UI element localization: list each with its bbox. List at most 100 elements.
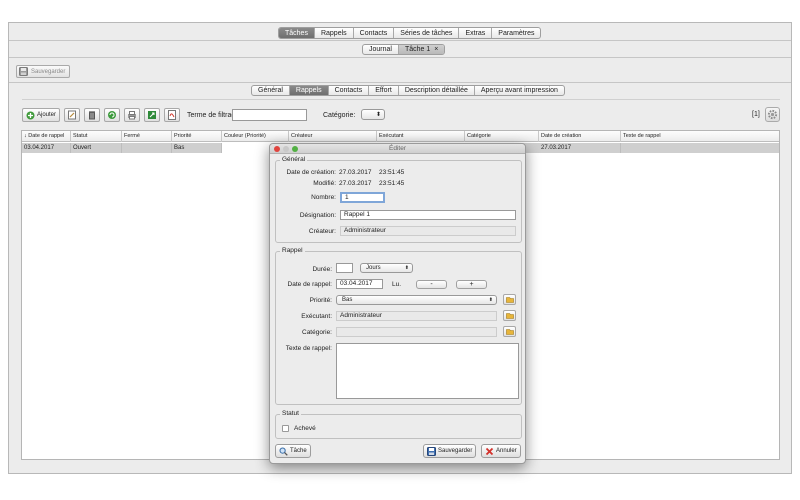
trash-icon bbox=[87, 110, 97, 120]
tab-taches[interactable]: Tâches bbox=[279, 28, 315, 38]
dialog-save-button[interactable]: Sauvegarder bbox=[423, 444, 477, 458]
created-label: Date de création: bbox=[286, 169, 336, 176]
edit-document-icon bbox=[67, 110, 77, 120]
subtab-apercu-avant-impression[interactable]: Aperçu avant impression bbox=[475, 86, 564, 95]
done-label: Achevé bbox=[294, 425, 316, 432]
column-header[interactable]: Couleur (Priorité) bbox=[222, 131, 289, 142]
created-date: 27.03.2017 bbox=[339, 169, 372, 176]
row-count: [1] bbox=[752, 111, 760, 118]
refresh-button[interactable] bbox=[104, 108, 121, 122]
tab-parametres[interactable]: Paramètres bbox=[492, 28, 540, 38]
reminder-group: Rappel Durée: Jours ⬍ Date de rappel: 03… bbox=[275, 247, 522, 405]
date-plus-button[interactable]: + bbox=[456, 280, 487, 289]
print-button[interactable] bbox=[124, 108, 141, 122]
column-header[interactable]: Priorité bbox=[172, 131, 222, 142]
duration-label: Durée: bbox=[312, 266, 332, 273]
folder-icon bbox=[505, 296, 514, 303]
cancel-button[interactable]: Annuler bbox=[481, 444, 521, 458]
reminder-date-input[interactable]: 03.04.2017 bbox=[336, 279, 383, 289]
main-tab-bar: Tâches Rappels Contacts Séries de tâches… bbox=[278, 27, 542, 39]
category-field bbox=[336, 327, 497, 337]
task-sub-tab-bar: Général Rappels Contacts Effort Descript… bbox=[251, 85, 565, 96]
task-button[interactable]: Tâche bbox=[275, 444, 311, 458]
creator-label: Créateur: bbox=[308, 228, 336, 235]
table-cell: Bas bbox=[172, 143, 222, 153]
category-filter-select[interactable]: ⬍ bbox=[361, 109, 385, 120]
modified-label: Modifié: bbox=[313, 180, 336, 187]
modified-time: 23:51:45 bbox=[379, 180, 405, 187]
tab-contacts[interactable]: Contacts bbox=[354, 28, 395, 38]
priority-value: Bas bbox=[342, 297, 353, 303]
tab-tache-1[interactable]: Tâche 1 × bbox=[398, 45, 445, 54]
export-button[interactable] bbox=[144, 108, 161, 122]
column-header[interactable]: Exécutant bbox=[377, 131, 465, 142]
reminder-text-area[interactable] bbox=[336, 343, 519, 399]
tab-journal[interactable]: Journal bbox=[363, 45, 399, 54]
reminder-date-label: Date de rappel: bbox=[287, 281, 332, 288]
refresh-icon bbox=[107, 110, 117, 120]
delete-button[interactable] bbox=[84, 108, 101, 122]
close-x-icon bbox=[485, 447, 494, 456]
duration-unit-select[interactable]: Jours ⬍ bbox=[360, 263, 413, 273]
duration-input[interactable] bbox=[336, 263, 353, 273]
floppy-disk-icon bbox=[19, 67, 28, 76]
subtab-effort[interactable]: Effort bbox=[369, 86, 399, 95]
column-header[interactable]: Statut bbox=[71, 131, 122, 142]
category-folder-button[interactable] bbox=[503, 326, 516, 337]
priority-folder-button[interactable] bbox=[503, 294, 516, 305]
column-header[interactable]: Catégorie bbox=[465, 131, 539, 142]
subtab-rappels[interactable]: Rappels bbox=[289, 86, 329, 95]
edit-reminder-dialog: Éditer Général Date de création: 27.03.2… bbox=[269, 143, 526, 464]
column-header[interactable]: Date de création bbox=[539, 131, 621, 142]
subtab-contacts[interactable]: Contacts bbox=[329, 86, 370, 95]
status-group-title: Statut bbox=[280, 410, 301, 417]
export-icon bbox=[147, 110, 157, 120]
tab-rappels[interactable]: Rappels bbox=[315, 28, 354, 38]
printer-icon bbox=[127, 110, 137, 120]
date-minus-button[interactable]: - bbox=[416, 280, 447, 289]
save-button-label: Sauvegarder bbox=[31, 68, 66, 75]
pdf-icon bbox=[167, 110, 177, 120]
category-filter-label: Catégorie: bbox=[323, 112, 356, 119]
dialog-title: Éditer bbox=[389, 145, 406, 152]
priority-label: Priorité: bbox=[309, 297, 332, 304]
number-input[interactable]: 1 bbox=[340, 192, 385, 203]
executor-folder-button[interactable] bbox=[503, 310, 516, 321]
table-header: ↓ Date de rappel Statut Fermé Priorité C… bbox=[22, 131, 779, 142]
status-group: Statut Achevé bbox=[275, 410, 522, 439]
pdf-button[interactable] bbox=[164, 108, 181, 122]
folder-icon bbox=[505, 328, 514, 335]
settings-button[interactable] bbox=[765, 107, 780, 122]
column-header[interactable]: Fermé bbox=[122, 131, 172, 142]
general-group-title: Général bbox=[280, 156, 308, 163]
document-tab-bar: Journal Tâche 1 × bbox=[362, 44, 446, 55]
folder-icon bbox=[505, 312, 514, 319]
designation-label: Désignation: bbox=[299, 212, 336, 219]
column-header[interactable]: Texte de rappel bbox=[621, 131, 779, 142]
filter-input[interactable] bbox=[232, 109, 307, 121]
divider bbox=[9, 40, 791, 41]
close-tab-icon[interactable]: × bbox=[434, 46, 438, 53]
column-header[interactable]: ↓ Date de rappel bbox=[22, 131, 71, 142]
reminder-text-label: Texte de rappel: bbox=[285, 345, 332, 352]
add-button[interactable]: Ajouter bbox=[22, 108, 61, 122]
table-cell: Ouvert bbox=[71, 143, 122, 153]
add-circle-icon bbox=[26, 111, 35, 120]
table-cell bbox=[122, 143, 172, 153]
tab-series-de-taches[interactable]: Séries de tâches bbox=[394, 28, 460, 38]
floppy-disk-icon bbox=[427, 446, 436, 456]
tab-tache-1-label: Tâche 1 bbox=[404, 46, 431, 53]
column-header[interactable]: Créateur bbox=[289, 131, 377, 142]
subtab-general[interactable]: Général bbox=[252, 86, 290, 95]
tab-extras[interactable]: Extras bbox=[459, 28, 493, 38]
dialog-titlebar: Éditer bbox=[270, 144, 525, 154]
edit-document-button[interactable] bbox=[64, 108, 81, 122]
divider bbox=[9, 82, 791, 83]
done-checkbox[interactable] bbox=[282, 425, 289, 432]
designation-input[interactable]: Rappel 1 bbox=[340, 210, 516, 220]
priority-select[interactable]: Bas ⬍ bbox=[336, 295, 497, 305]
task-button-label: Tâche bbox=[290, 448, 307, 454]
save-button[interactable]: Sauvegarder bbox=[16, 65, 70, 78]
subtab-description-detaillee[interactable]: Description détaillée bbox=[399, 86, 475, 95]
select-arrows-icon: ⬍ bbox=[375, 112, 381, 118]
